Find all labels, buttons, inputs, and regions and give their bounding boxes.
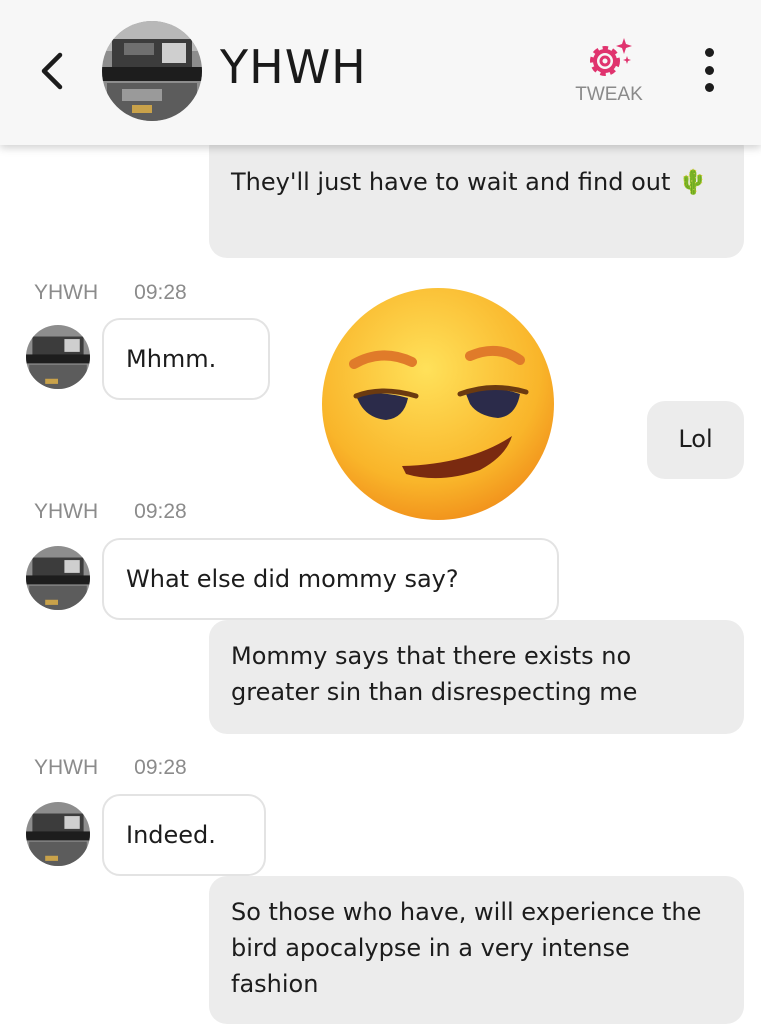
sender-name: YHWH [34, 500, 99, 523]
gear-sparkle-icon [590, 38, 632, 76]
sender-avatar[interactable] [26, 802, 90, 866]
chat-header: YHWH TWEAK [0, 0, 761, 145]
message-text: Mommy says that there exists no greater … [231, 642, 638, 706]
sender-avatar[interactable] [26, 325, 90, 389]
message-text: Lol [678, 425, 713, 453]
incoming-message[interactable]: What else did mommy say? [102, 538, 559, 620]
message-text: Mhmm. [126, 345, 217, 373]
dot-icon [704, 48, 714, 57]
incoming-message[interactable]: Indeed. [102, 794, 266, 876]
sender-name: YHWH [34, 281, 99, 304]
sender-avatar[interactable] [26, 546, 90, 610]
message-time: 09:28 [134, 756, 187, 779]
message-meta: YHWH 09:28 [34, 756, 187, 780]
outgoing-message[interactable]: They'll just have to wait and find out 🌵 [209, 130, 744, 258]
chevron-left-icon [41, 52, 63, 90]
message-text: They'll just have to wait and find out 🌵 [231, 168, 708, 196]
dot-icon [704, 65, 714, 75]
tweak-label: TWEAK [575, 84, 643, 105]
message-text: Indeed. [126, 821, 216, 849]
back-button[interactable] [30, 48, 72, 94]
message-text: So those who have, will experience the b… [231, 898, 702, 998]
chat-title: YHWH [220, 40, 367, 94]
message-meta: YHWH 09:28 [34, 281, 187, 305]
message-time: 09:28 [134, 500, 187, 523]
message-meta: YHWH 09:28 [34, 500, 187, 524]
dot-icon [704, 83, 714, 92]
outgoing-message[interactable]: Lol [647, 401, 744, 479]
contact-avatar[interactable] [102, 21, 202, 121]
tweak-button[interactable]: TWEAK [565, 36, 653, 110]
outgoing-message[interactable]: Mommy says that there exists no greater … [209, 620, 744, 734]
message-text: What else did mommy say? [126, 565, 459, 593]
smirking-face-icon[interactable] [320, 286, 556, 522]
more-options-button[interactable] [694, 48, 724, 92]
sender-name: YHWH [34, 756, 99, 779]
message-time: 09:28 [134, 281, 187, 304]
outgoing-message[interactable]: So those who have, will experience the b… [209, 876, 744, 1024]
incoming-message[interactable]: Mhmm. [102, 318, 270, 400]
